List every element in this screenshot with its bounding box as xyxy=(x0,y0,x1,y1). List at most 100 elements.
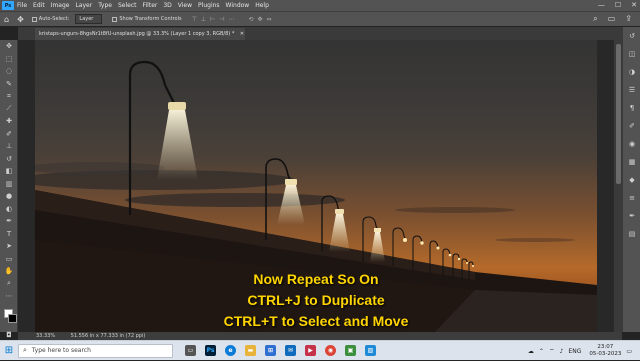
menu-select[interactable]: Select xyxy=(118,2,137,9)
search-icon[interactable]: ⌕ xyxy=(593,14,597,24)
system-tray: ☁ ⌃ ⌔ ♪ ENG 23:07 05-03-2023 ▭ xyxy=(528,341,632,361)
home-icon[interactable]: ⌂ xyxy=(4,15,9,24)
path-select-icon[interactable]: ➤ xyxy=(0,240,18,253)
document-image[interactable]: Now Repeat So On CTRL+J to Duplicate CTR… xyxy=(35,40,597,332)
auto-select-checkbox[interactable] xyxy=(31,16,37,22)
blur-icon[interactable]: ● xyxy=(0,190,18,203)
mail-icon[interactable]: ✉ xyxy=(285,345,296,356)
rectangle-icon[interactable]: ▭ xyxy=(0,253,18,266)
crop-icon[interactable]: ⌗ xyxy=(0,90,18,103)
history-brush-icon[interactable]: ↺ xyxy=(0,153,18,166)
search-icon: ⌕ xyxy=(23,346,27,354)
document-tab-title: kristaps-ungurs-8hgsNr1t8fU-unsplash.jpg… xyxy=(39,31,235,37)
styles-icon[interactable]: ◆ xyxy=(623,171,640,189)
media-icon[interactable]: ▶ xyxy=(305,345,316,356)
auto-select-target-dropdown[interactable]: Layer xyxy=(75,14,103,24)
auto-select-label: Auto-Select: xyxy=(38,16,70,22)
network-icon[interactable]: ⌔ xyxy=(549,347,555,355)
menu-filter[interactable]: Filter xyxy=(143,2,158,9)
photoshop-taskbar-icon[interactable]: Ps xyxy=(205,345,216,356)
move-icon[interactable]: ✥ xyxy=(0,40,18,53)
clock-date: 05-03-2023 xyxy=(589,351,622,357)
language-indicator[interactable]: ENG xyxy=(568,348,581,355)
notification-icon[interactable]: ▭ xyxy=(626,348,632,355)
chevron-up-icon[interactable]: ⌃ xyxy=(539,348,544,355)
marquee-icon[interactable]: ⬚ xyxy=(0,53,18,66)
app-icon[interactable]: ▣ xyxy=(345,345,356,356)
lasso-icon[interactable]: ◌ xyxy=(0,65,18,78)
paths-icon[interactable]: ✒ xyxy=(623,207,640,225)
paragraph-icon[interactable]: ¶ xyxy=(623,99,640,117)
libraries-icon[interactable]: ▤ xyxy=(623,225,640,243)
document-size: 51.556 in x 77.333 in (72 ppi) xyxy=(70,333,146,339)
dodge-icon[interactable]: ◐ xyxy=(0,203,18,216)
color-swatches[interactable] xyxy=(0,303,17,329)
hand-icon[interactable]: ✋ xyxy=(0,265,18,278)
clock-time: 23:07 xyxy=(597,344,614,350)
scrollbar-thumb[interactable] xyxy=(616,44,621,184)
file-explorer-icon[interactable]: ▬ xyxy=(245,345,256,356)
zoom-icon[interactable]: ⌕ xyxy=(0,278,18,291)
overlay-caption-line-2: CTRL+J to Duplicate xyxy=(247,292,385,308)
healing-brush-icon[interactable]: ✚ xyxy=(0,115,18,128)
eraser-icon[interactable]: ◧ xyxy=(0,165,18,178)
brush-icon[interactable]: ✐ xyxy=(0,128,18,141)
menu-edit[interactable]: Edit xyxy=(33,2,45,9)
pen-icon[interactable]: ✒ xyxy=(0,215,18,228)
menu-3d[interactable]: 3D xyxy=(163,2,171,9)
volume-icon[interactable]: ♪ xyxy=(560,348,564,355)
maximize-button[interactable]: ☐ xyxy=(615,0,621,11)
brush-settings-icon[interactable]: ✐ xyxy=(623,117,640,135)
zoom-level[interactable]: 33.33% xyxy=(36,333,55,339)
options-bar: ⌂ ✥ Auto-Select: Layer Show Transform Co… xyxy=(0,11,640,26)
channels-icon[interactable]: ≡ xyxy=(623,189,640,207)
share-icon[interactable]: ⇪ xyxy=(625,14,632,24)
menu-file[interactable]: File xyxy=(17,2,27,9)
close-tab-icon[interactable]: ✕ xyxy=(240,31,244,37)
close-window-button[interactable]: ✕ xyxy=(631,0,637,11)
overlay-caption-line-1: Now Repeat So On xyxy=(253,271,379,287)
workspace-icon[interactable]: ▭ xyxy=(608,14,616,24)
3d-mode-icon[interactable]: ⟲✥⇔ xyxy=(249,16,276,23)
weather-icon[interactable]: ☁ xyxy=(528,348,534,355)
menu-window[interactable]: Window xyxy=(226,2,250,9)
type-icon[interactable]: T xyxy=(0,228,18,241)
chrome-icon[interactable]: ◉ xyxy=(325,345,336,356)
history-icon[interactable]: ↺ xyxy=(623,27,640,45)
color-icon[interactable]: ◉ xyxy=(623,135,640,153)
menu-layer[interactable]: Layer xyxy=(75,2,92,9)
tools-panel: ✥ ⬚ ◌ ✎ ⌗ ⟋ ✚ ✐ ⊥ ↺ ◧ ▥ ● ◐ ✒ T ➤ ▭ ✋ ⌕ … xyxy=(0,40,18,351)
panel-dock: ↺ ◫ ◑ ☰ ¶ ✐ ◉ ▦ ◆ ≡ ✒ ▤ xyxy=(622,27,640,332)
clock[interactable]: 23:07 05-03-2023 xyxy=(589,344,621,358)
menu-image[interactable]: Image xyxy=(51,2,70,9)
taskbar-search-box[interactable]: ⌕ Type here to search xyxy=(18,343,173,358)
properties-icon[interactable]: ☰ xyxy=(623,81,640,99)
windows-start-icon[interactable]: ⊞ xyxy=(0,342,18,360)
menu-bar: Ps File Edit Image Layer Type Select Fil… xyxy=(0,0,640,11)
move-tool-preset-icon[interactable]: ✥ xyxy=(17,15,24,24)
menu-help[interactable]: Help xyxy=(255,2,269,9)
eyedropper-icon[interactable]: ⟋ xyxy=(0,103,18,116)
photos-icon[interactable]: ▨ xyxy=(365,345,376,356)
task-view-icon[interactable]: ▭ xyxy=(185,345,196,356)
swatches-icon[interactable]: ▦ xyxy=(623,153,640,171)
overlay-caption-line-3: CTRL+T to Select and Move xyxy=(223,313,409,329)
store-icon[interactable]: ⊞ xyxy=(265,345,276,356)
quick-select-icon[interactable]: ✎ xyxy=(0,78,18,91)
background-color[interactable] xyxy=(8,313,17,323)
show-transform-label: Show Transform Controls xyxy=(119,16,182,22)
more-tools-icon[interactable]: ⋯ xyxy=(0,290,18,303)
show-transform-checkbox[interactable] xyxy=(112,16,118,22)
document-tab[interactable]: kristaps-ungurs-8hgsNr1t8fU-unsplash.jpg… xyxy=(35,28,245,40)
vertical-scrollbar[interactable] xyxy=(613,40,622,332)
gradient-icon[interactable]: ▥ xyxy=(0,178,18,191)
align-buttons-icon[interactable]: ⊤⊥⊢⊣⋯ xyxy=(192,16,239,23)
minimize-button[interactable]: — xyxy=(598,0,605,11)
layers-icon[interactable]: ◫ xyxy=(623,45,640,63)
menu-type[interactable]: Type xyxy=(98,2,112,9)
menu-view[interactable]: View xyxy=(178,2,192,9)
clone-stamp-icon[interactable]: ⊥ xyxy=(0,140,18,153)
menu-plugins[interactable]: Plugins xyxy=(198,2,220,9)
edge-icon[interactable]: e xyxy=(225,345,236,356)
adjustments-icon[interactable]: ◑ xyxy=(623,63,640,81)
